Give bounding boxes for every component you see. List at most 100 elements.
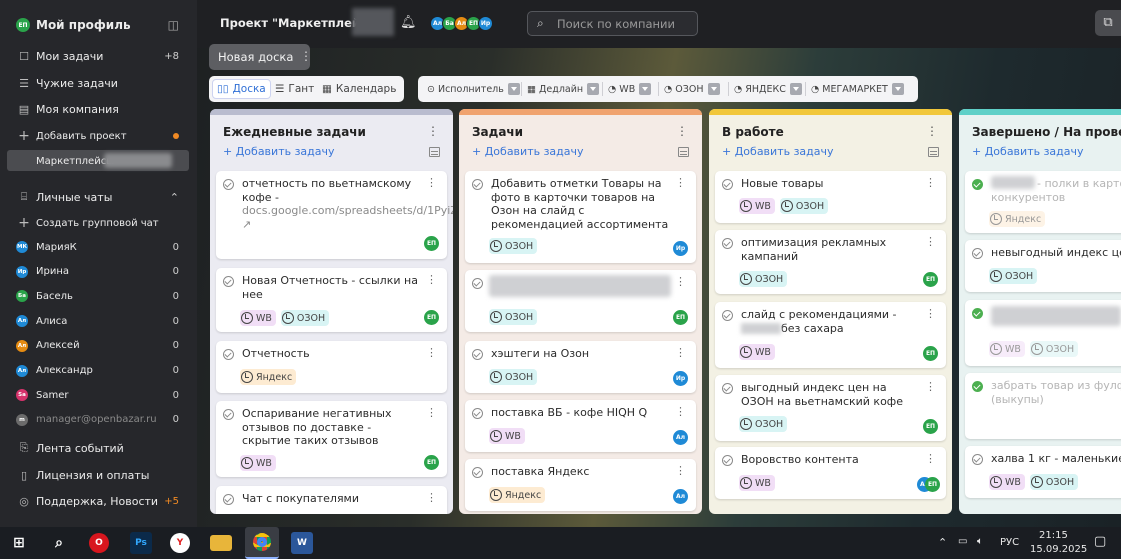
clock-time[interactable]: 21:15 bbox=[1039, 530, 1068, 541]
check-circle-icon[interactable] bbox=[722, 455, 733, 466]
more-vert-icon[interactable]: ⋮ bbox=[426, 176, 437, 189]
filter-assignee[interactable]: ⊙ Исполнитель bbox=[427, 80, 520, 98]
check-circle-icon[interactable] bbox=[972, 179, 983, 190]
sidebar-item-events[interactable]: ⎘ Лента событий bbox=[0, 437, 197, 459]
dropdown-icon[interactable] bbox=[587, 83, 600, 95]
task-card[interactable]: невыгодный индекс цен ОЗОН bbox=[965, 240, 1121, 292]
task-card[interactable]: хэштеги на Озон ⋮ ОЗОН Ир bbox=[465, 341, 696, 393]
task-card[interactable]: Оспаривание негативных отзывов по достав… bbox=[216, 401, 447, 477]
check-circle-icon[interactable] bbox=[722, 383, 733, 394]
check-circle-icon[interactable] bbox=[972, 381, 983, 392]
search-input[interactable]: ⌕ Поиск по компании bbox=[527, 11, 698, 36]
check-circle-icon[interactable] bbox=[472, 467, 483, 478]
chat-item[interactable]: Ал Александр 0 bbox=[0, 360, 197, 382]
check-circle-icon[interactable] bbox=[972, 454, 983, 465]
filter-yandex[interactable]: ◔ ЯНДЕКС bbox=[734, 80, 802, 98]
more-vert-icon[interactable]: ⋮ bbox=[925, 452, 936, 465]
windows-start-icon[interactable]: ⊞ bbox=[8, 532, 30, 554]
check-circle-icon[interactable] bbox=[223, 179, 234, 190]
member-avatar[interactable]: Ир bbox=[478, 16, 493, 31]
more-vert-icon[interactable]: ⋮ bbox=[675, 346, 686, 359]
yandex-browser-icon[interactable]: Y bbox=[170, 533, 190, 553]
chrome-taskbar-button[interactable] bbox=[245, 527, 279, 559]
filter-ozon[interactable]: ◔ ОЗОН bbox=[664, 80, 720, 98]
chat-item[interactable]: Sa Samer 0 bbox=[0, 384, 197, 406]
volume-icon[interactable]: 🔈︎ bbox=[977, 536, 983, 547]
check-circle-icon[interactable] bbox=[472, 179, 483, 190]
more-vert-icon[interactable]: ⋮ bbox=[426, 491, 437, 504]
task-card[interactable]: халва 1 кг - маленькие п WB ОЗОН bbox=[965, 446, 1121, 498]
chat-item[interactable]: Ал Алексей 0 bbox=[0, 335, 197, 357]
more-vert-icon[interactable]: ⋮ bbox=[300, 49, 312, 63]
check-circle-icon[interactable] bbox=[472, 349, 483, 360]
battery-icon[interactable]: ▭ bbox=[958, 536, 967, 547]
check-circle-icon[interactable] bbox=[223, 276, 234, 287]
word-icon[interactable]: W bbox=[291, 532, 313, 554]
panel-toggle-button[interactable]: ⧉ bbox=[1095, 10, 1121, 36]
task-card[interactable]: Чат с покупателями ⋮ bbox=[216, 486, 447, 514]
check-circle-icon[interactable] bbox=[472, 278, 483, 289]
create-group-chat-button[interactable]: + Создать групповой чат bbox=[0, 212, 197, 234]
chat-item[interactable]: Ир Ирина 0 bbox=[0, 261, 197, 283]
add-project-button[interactable]: + Добавить проект bbox=[0, 125, 197, 147]
more-vert-icon[interactable]: ⋮ bbox=[925, 235, 936, 248]
task-card[interactable]: отчетность по вьетнамскому кофе - docs.go… bbox=[216, 171, 453, 259]
dropdown-icon[interactable] bbox=[507, 83, 520, 95]
filter-deadline[interactable]: ▦ Дедлайн bbox=[527, 80, 600, 98]
task-card[interactable]: WB ОЗОН bbox=[965, 300, 1121, 366]
more-vert-icon[interactable]: ⋮ bbox=[427, 124, 439, 138]
view-calendar-button[interactable]: ▦ Календарь bbox=[322, 79, 396, 99]
task-card[interactable]: поставка Яндекс ⋮ Яндекс Ал bbox=[465, 459, 696, 511]
task-card[interactable]: ⋮ ОЗОН ЕП bbox=[465, 270, 696, 332]
view-gantt-button[interactable]: ☰ Гант bbox=[275, 79, 314, 99]
more-vert-icon[interactable]: ⋮ bbox=[426, 273, 437, 286]
task-card[interactable]: Воровство контента ⋮ WB Ал ЕП bbox=[715, 447, 946, 499]
check-circle-icon[interactable] bbox=[472, 408, 483, 419]
sidebar-item-my-tasks[interactable]: ☐ Мои задачи +8 bbox=[0, 45, 197, 67]
task-card[interactable]: Отчетность ⋮ Яндекс bbox=[216, 341, 447, 393]
check-circle-icon[interactable] bbox=[972, 308, 983, 319]
more-vert-icon[interactable]: ⋮ bbox=[675, 176, 686, 189]
task-card[interactable]: - полки в карточ конкурентов Яндекс bbox=[965, 171, 1121, 233]
more-vert-icon[interactable]: ⋮ bbox=[926, 124, 938, 138]
search-icon[interactable]: ⌕ bbox=[48, 532, 70, 554]
view-board-button[interactable]: ▯▯ Доска bbox=[212, 79, 271, 99]
profile-link[interactable]: ЕП Мой профиль ◫ bbox=[0, 14, 197, 36]
add-task-button[interactable]: + Добавить задачу bbox=[223, 145, 335, 158]
chevron-up-icon[interactable]: ⌃ bbox=[170, 191, 179, 204]
chat-item[interactable]: m manager@openbazar.ru 0 bbox=[0, 409, 197, 431]
language-indicator[interactable]: РУС bbox=[1000, 537, 1019, 548]
check-circle-icon[interactable] bbox=[722, 179, 733, 190]
task-card[interactable]: слайд с рекомендациями - без сахара ⋮ WB … bbox=[715, 302, 946, 368]
more-vert-icon[interactable]: ⋮ bbox=[675, 275, 686, 288]
dropdown-icon[interactable] bbox=[707, 83, 720, 95]
bell-icon[interactable]: 🔔︎ bbox=[400, 15, 417, 30]
file-explorer-icon[interactable] bbox=[210, 535, 232, 551]
more-vert-icon[interactable]: ⋮ bbox=[925, 307, 936, 320]
add-task-template-icon[interactable] bbox=[928, 147, 939, 157]
sidebar-item-support[interactable]: ◎ Поддержка, Новости +5 bbox=[0, 490, 197, 512]
check-circle-icon[interactable] bbox=[722, 310, 733, 321]
task-card[interactable]: выгодный индекс цен на ОЗОН на вьетнамск… bbox=[715, 375, 946, 441]
clock-date[interactable]: 15.09.2025 bbox=[1030, 544, 1087, 555]
task-card[interactable]: Новая Отчетность - ссылки на нее ⋮ WB ОЗ… bbox=[216, 268, 447, 332]
filter-wb[interactable]: ◔ WB bbox=[608, 80, 652, 98]
more-vert-icon[interactable]: ⋮ bbox=[426, 406, 437, 419]
chat-item[interactable]: Ал Алиса 0 bbox=[0, 310, 197, 332]
task-card[interactable]: оптимизация рекламных кампаний ⋮ ОЗОН ЕП bbox=[715, 230, 946, 294]
add-task-button[interactable]: + Добавить задачу bbox=[722, 145, 834, 158]
notifications-icon[interactable]: ▢ bbox=[1094, 534, 1106, 549]
board-tab[interactable]: Новая доска ⋮ bbox=[209, 44, 312, 70]
check-circle-icon[interactable] bbox=[722, 238, 733, 249]
add-task-template-icon[interactable] bbox=[429, 147, 440, 157]
chats-header[interactable]: ⌸ Личные чаты ⌃ bbox=[0, 186, 197, 208]
more-vert-icon[interactable]: ⋮ bbox=[675, 464, 686, 477]
sidebar-item-others-tasks[interactable]: ☰ Чужие задачи bbox=[0, 72, 197, 94]
check-circle-icon[interactable] bbox=[972, 248, 983, 259]
dropdown-icon[interactable] bbox=[891, 83, 904, 95]
dropdown-icon[interactable] bbox=[639, 83, 652, 95]
filter-megamarket[interactable]: ◔ МЕГАМАРКЕТ bbox=[811, 80, 904, 98]
check-circle-icon[interactable] bbox=[223, 409, 234, 420]
photoshop-icon[interactable]: Ps bbox=[130, 532, 152, 554]
task-card[interactable]: поставка ВБ - кофе HIQH Q ⋮ WB Ал bbox=[465, 400, 696, 452]
